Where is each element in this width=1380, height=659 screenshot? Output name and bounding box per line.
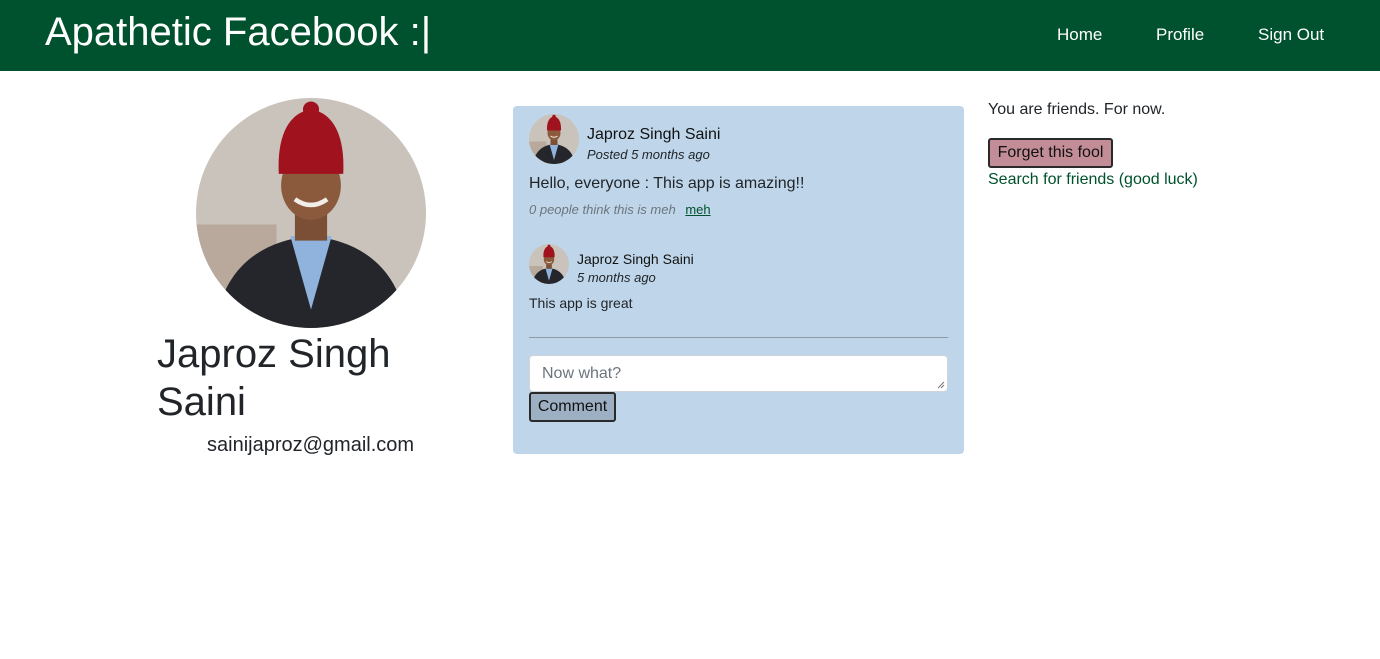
profile-name: Japroz Singh Saini [157,332,391,424]
forget-friend-button[interactable]: Forget this fool [988,138,1113,168]
nav-profile-link[interactable]: Profile [1156,25,1204,45]
post-timestamp: Posted 5 months ago [587,147,710,162]
post-author-name: Japroz Singh Saini [587,126,721,143]
top-navbar: Apathetic Facebook :| Home Profile Sign … [0,0,1380,71]
comment-submit-button[interactable]: Comment [529,392,616,422]
search-friends-link[interactable]: Search for friends (good luck) [988,170,1198,190]
nav-home-link[interactable]: Home [1057,25,1102,45]
friendship-status: You are friends. For now. [988,101,1166,118]
resize-grip-icon[interactable] [937,381,945,389]
meh-line: 0 people think this is meh meh [529,202,711,218]
meh-count-text: 0 people think this is meh [529,202,676,217]
app-brand[interactable]: Apathetic Facebook :| [45,10,431,54]
post-body: Hello, everyone : This app is amazing!! [529,175,805,192]
comment-divider [529,337,948,338]
comment-input-placeholder: Now what? [542,365,622,382]
post-author-avatar [529,114,579,164]
comment-input[interactable]: Now what? [529,355,948,392]
meh-link[interactable]: meh [685,202,710,217]
comment-body: This app is great [529,295,633,311]
comment-author-name: Japroz Singh Saini [577,251,694,267]
profile-avatar [196,98,426,328]
post-card: Japroz Singh Saini Posted 5 months ago H… [513,106,964,454]
comment-timestamp: 5 months ago [577,270,656,285]
nav-sign-out-link[interactable]: Sign Out [1258,25,1324,45]
comment-author-avatar [529,244,569,284]
profile-email: sainijaproz@gmail.com [207,434,415,456]
